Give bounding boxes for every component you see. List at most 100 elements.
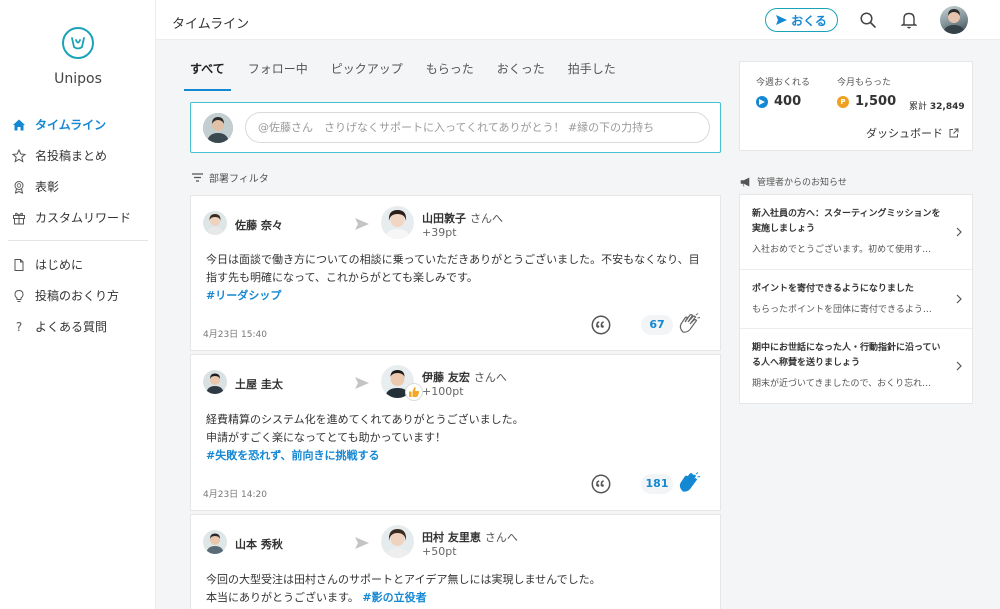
sender-name[interactable]: 山本 秀秋 (235, 536, 283, 552)
post-hashtag[interactable]: #失敗を恐れず、前向きに挑戦する (206, 447, 706, 465)
receiver-avatar[interactable] (381, 525, 414, 558)
star-icon (12, 148, 26, 163)
filter-label: 部署フィルタ (209, 174, 269, 185)
points-summary-card: 今週おくれる 400 今月もらった P 1,500 累計 32,849 ダッシュ… (739, 61, 973, 151)
sidebar: Unipos タイムライン 名投稿まとめ 表彰 カスタムリワード はじめに 投稿… (0, 0, 156, 609)
comment-icon[interactable] (591, 474, 611, 494)
sidebar-divider (8, 240, 148, 241)
clap-icon-active[interactable] (677, 471, 701, 495)
notice-item[interactable]: 新入社員の方へ：スターティングミッションを実施しましょう 入社おめでとうございま… (740, 195, 972, 270)
sidebar-item-label: よくある質問 (35, 320, 108, 334)
post-card: 山本 秀秋 田村 友里恵 さんへ +50pt 今回の大型受注は田村さんのサポートと… (190, 514, 721, 609)
page-title: タイムライン (172, 17, 250, 32)
document-icon (12, 258, 26, 272)
megaphone-icon (740, 177, 750, 187)
department-filter[interactable]: 部署フィルタ (192, 170, 269, 185)
send-button[interactable]: おくる (765, 8, 838, 32)
notices-list: 新入社員の方へ：スターティングミッションを実施しましょう 入社おめでとうございま… (739, 194, 973, 404)
external-link-icon (949, 128, 959, 138)
receiver-name[interactable]: 山田敦子 さんへ (422, 210, 503, 226)
home-icon (12, 118, 26, 132)
notice-preview: もらったポイントを団体に寄付できるよう… (752, 305, 932, 315)
notice-title: ポイントを寄付できるようになりました (752, 284, 914, 294)
gift-icon (12, 211, 26, 225)
sender-name[interactable]: 佐藤 奈々 (235, 217, 283, 233)
notice-item[interactable]: ポイントを寄付できるようになりました もらったポイントを団体に寄付できるよう… (740, 270, 972, 329)
question-icon: ? (15, 319, 23, 334)
post-hashtag[interactable]: #リーダシップ (206, 287, 706, 305)
tab-sent[interactable]: おくった (497, 60, 545, 91)
send-icon (776, 15, 788, 25)
notice-item[interactable]: 期中にお世話になった人・行動指針に沿っている人へ称賛を送りましょう 期末が近づい… (740, 329, 972, 403)
user-avatar[interactable] (940, 6, 968, 34)
sidebar-item-label: 表彰 (35, 180, 60, 194)
lightbulb-icon (12, 289, 26, 303)
received-points: P 1,500 (837, 94, 896, 109)
tab-clapped[interactable]: 拍手した (568, 60, 616, 91)
receiver-name-text: 山田敦子 (422, 212, 466, 225)
sidebar-item-label: カスタムリワード (35, 211, 132, 225)
chevron-right-icon (956, 294, 962, 304)
tab-received[interactable]: もらった (426, 60, 474, 91)
bell-icon[interactable] (901, 11, 917, 29)
filter-icon (192, 173, 203, 182)
receiver-suffix: さんへ (470, 212, 503, 225)
post-body: 今日は面談で働き方についての相談に乗っていただきありがとうございました。不安もな… (206, 251, 706, 305)
clap-count: 67 (641, 315, 673, 335)
post-hashtag[interactable]: #影の立役者 (362, 591, 426, 604)
sender-avatar[interactable] (203, 211, 227, 235)
points-awarded: +100pt (422, 385, 464, 398)
points-awarded: +50pt (422, 545, 457, 558)
tab-all[interactable]: すべて (184, 60, 231, 91)
composer-avatar (203, 113, 233, 143)
received-value: 1,500 (855, 94, 897, 109)
sidebar-nav: タイムライン 名投稿まとめ 表彰 カスタムリワード はじめに 投稿のおくり方 ?… (0, 109, 156, 342)
sidebar-item-faq[interactable]: ? よくある質問 (0, 311, 156, 342)
post-card: 佐藤 奈々 山田敦子 さんへ +39pt 今日は面談で働き方についての相談に乗って… (190, 195, 721, 351)
post-body-line: 本当にありがとうございます。 (206, 591, 359, 604)
notices-heading: 管理者からのお知らせ (740, 175, 847, 188)
sender-avatar[interactable] (203, 370, 227, 394)
tab-pickup[interactable]: ピックアップ (331, 60, 403, 91)
sender-avatar[interactable] (203, 530, 227, 554)
receiver-name-text: 伊藤 友宏 (422, 371, 470, 384)
send-arrow-icon (355, 218, 369, 230)
unipos-logo-icon[interactable] (62, 27, 94, 59)
cumulative-label: 累計 (909, 102, 928, 112)
points-awarded: +39pt (422, 226, 457, 239)
sidebar-item-timeline[interactable]: タイムライン (0, 109, 156, 140)
timeline-tabs: すべて フォロー中 ピックアップ もらった おくった 拍手した (184, 60, 639, 91)
like-badge-icon (405, 383, 423, 401)
cumulative-value: 32,849 (929, 102, 965, 112)
brand-name: Unipos (54, 71, 102, 87)
sidebar-item-how-to-post[interactable]: 投稿のおくり方 (0, 280, 156, 311)
post-date: 4月23日 14:20 (203, 490, 267, 500)
send-points-icon (756, 95, 768, 108)
sidebar-item-awards[interactable]: 表彰 (0, 171, 156, 202)
sidebar-item-custom-reward[interactable]: カスタムリワード (0, 202, 156, 233)
composer-input[interactable]: @佐藤さん さりげなくサポートに入ってくれてありがとう！ #縁の下の力持ち (245, 112, 710, 143)
receiver-name[interactable]: 伊藤 友宏 さんへ (422, 369, 507, 385)
receiver-name[interactable]: 田村 友里恵 さんへ (422, 529, 518, 545)
tab-following[interactable]: フォロー中 (248, 60, 308, 91)
post-body-line: 経費精算のシステム化を進めてくれてありがとうございました。 (206, 413, 524, 426)
clap-icon[interactable] (677, 312, 701, 336)
sender-name[interactable]: 土屋 圭太 (235, 376, 283, 392)
send-arrow-icon (355, 537, 369, 549)
dashboard-label: ダッシュボード (866, 127, 943, 140)
post-body-line: 指す先も明確になって、これからがとても楽しみです。 (206, 271, 478, 284)
cumulative-points: 累計 32,849 (909, 99, 965, 112)
sidebar-item-label: はじめに (35, 258, 84, 272)
post-body-line: 申請がすごく楽になってとても助かっています！ (206, 431, 447, 444)
receiver-name-text: 田村 友里恵 (422, 531, 481, 544)
search-icon[interactable] (860, 12, 876, 28)
sidebar-item-getting-started[interactable]: はじめに (0, 249, 156, 280)
dashboard-link[interactable]: ダッシュボード (866, 125, 959, 141)
post-composer: @佐藤さん さりげなくサポートに入ってくれてありがとう！ #縁の下の力持ち (190, 102, 721, 153)
top-bar: タイムライン おくる (156, 0, 1000, 40)
receiver-avatar[interactable] (381, 206, 414, 239)
sidebar-item-featured-posts[interactable]: 名投稿まとめ (0, 140, 156, 171)
sidebar-item-label: 投稿のおくり方 (35, 289, 120, 303)
comment-icon[interactable] (591, 315, 611, 335)
award-icon (12, 180, 26, 194)
